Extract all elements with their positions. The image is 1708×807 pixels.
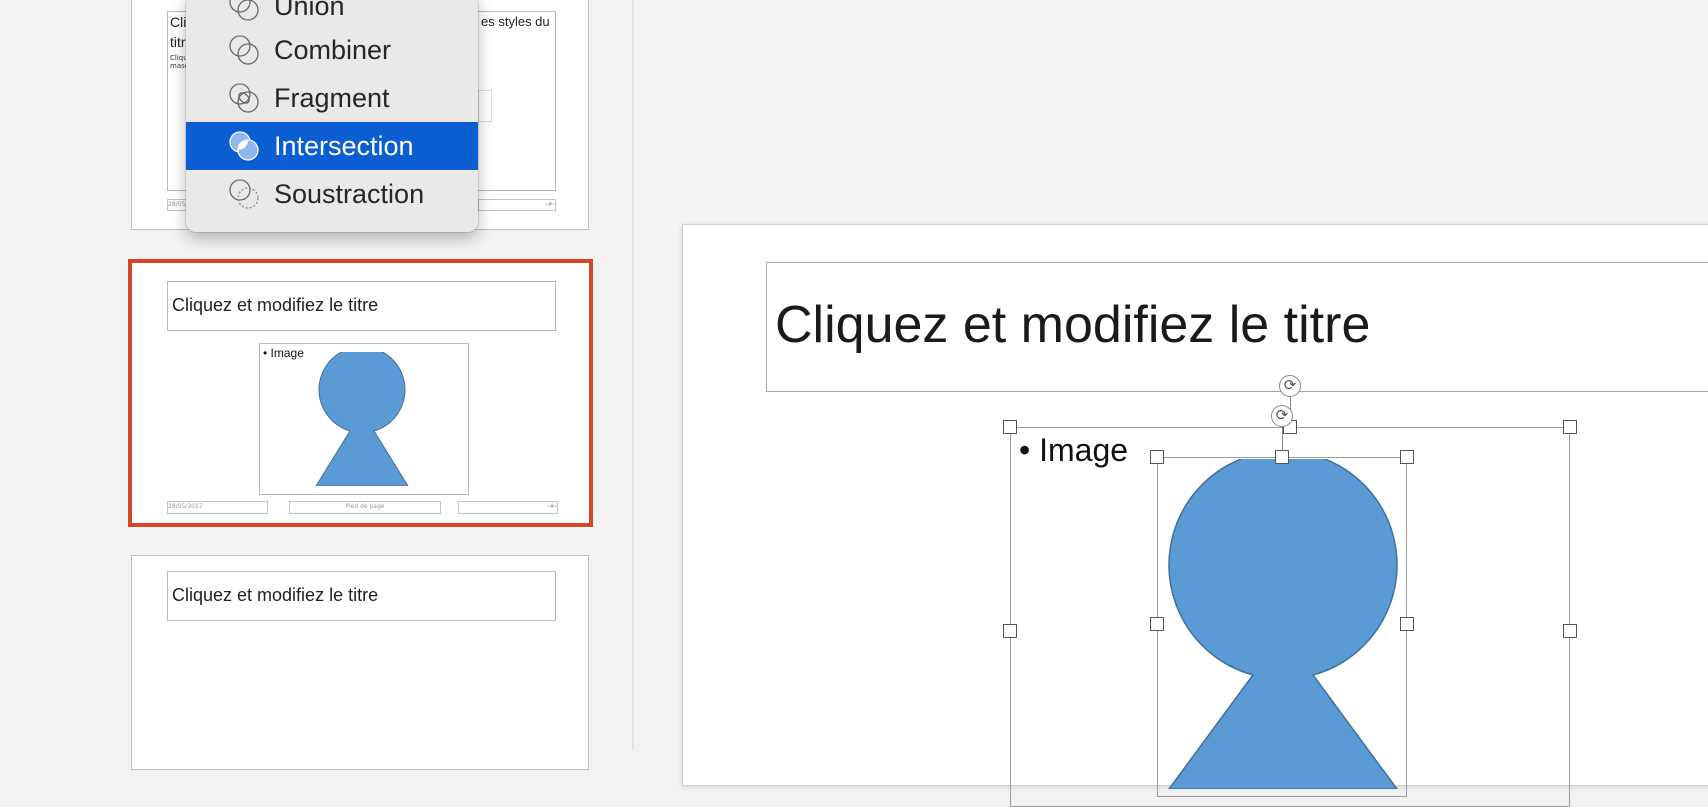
resize-handle[interactable]: [1563, 420, 1577, 434]
intersect-icon: [229, 131, 259, 161]
menu-item-label: Fragment: [274, 83, 390, 113]
thumb-footer-text: Pied de page: [289, 501, 441, 514]
thumb-page-footer: ‹#›: [458, 501, 558, 514]
keyhole-shape[interactable]: [1167, 459, 1399, 789]
merge-shapes-menu: Union Combiner Fragment Intersection Sou…: [186, 0, 478, 232]
slide-thumbnails-pane: Cli titr es styles du Cliqu masq 28/05/ …: [0, 0, 632, 770]
resize-handle[interactable]: [1400, 450, 1414, 464]
content-bullet[interactable]: • Image: [1019, 432, 1128, 469]
resize-handle[interactable]: [1563, 624, 1577, 638]
main-slide: Cliquez et modifiez le titre • Image ⟳ ⟳: [682, 224, 1708, 807]
thumb-title-fragment: Cli: [170, 14, 187, 30]
thumb-title-fragment-2: titr: [170, 34, 186, 50]
rotate-handle-icon[interactable]: ⟳: [1279, 375, 1301, 397]
thumb-title-placeholder: Cliquez et modifiez le titre: [167, 571, 556, 621]
thumb-title-placeholder: Cliquez et modifiez le titre: [167, 281, 556, 331]
resize-handle[interactable]: [1275, 450, 1289, 464]
title-placeholder[interactable]: Cliquez et modifiez le titre: [766, 262, 1708, 392]
thumb-keyhole-shape: [315, 352, 409, 486]
resize-handle[interactable]: [1003, 624, 1017, 638]
menu-item-subtract[interactable]: Soustraction: [186, 170, 478, 218]
subtract-icon: [229, 179, 259, 209]
menu-item-label: Intersection: [274, 131, 414, 161]
menu-item-combine[interactable]: Combiner: [186, 26, 478, 74]
slide-thumbnail-3[interactable]: Cliquez et modifiez le titre: [131, 555, 589, 770]
resize-handle[interactable]: [1400, 617, 1414, 631]
thumb-table-icon: [478, 90, 492, 122]
thumb-title: Cliquez et modifiez le titre: [172, 295, 379, 315]
thumb-text-fragment: es styles du: [481, 14, 550, 29]
thumb-title: Cliquez et modifiez le titre: [172, 585, 379, 605]
menu-item-label: Combiner: [274, 35, 392, 65]
resize-handle[interactable]: [1003, 420, 1017, 434]
fragment-icon: [229, 83, 259, 113]
thumb-date-footer: 28/05/2017: [167, 501, 268, 514]
resize-handle[interactable]: [1150, 450, 1164, 464]
slide-thumbnail-2-selected[interactable]: Cliquez et modifiez le titre • Image 28/…: [128, 259, 593, 527]
union-icon: [229, 0, 259, 21]
combine-icon: [229, 35, 259, 65]
rotate-handle-icon[interactable]: ⟳: [1271, 405, 1293, 427]
thumb-content-placeholder: • Image: [259, 343, 469, 495]
slide-title[interactable]: Cliquez et modifiez le titre: [775, 295, 1370, 355]
resize-handle[interactable]: [1150, 617, 1164, 631]
thumb-bullet: • Image: [263, 346, 304, 360]
menu-item-label: Soustraction: [274, 179, 425, 209]
thumb-page-footer: ‹#›: [478, 199, 556, 211]
menu-item-label: Union: [274, 0, 345, 21]
menu-item-fragment[interactable]: Fragment: [186, 74, 478, 122]
menu-item-intersection[interactable]: Intersection: [186, 122, 478, 170]
